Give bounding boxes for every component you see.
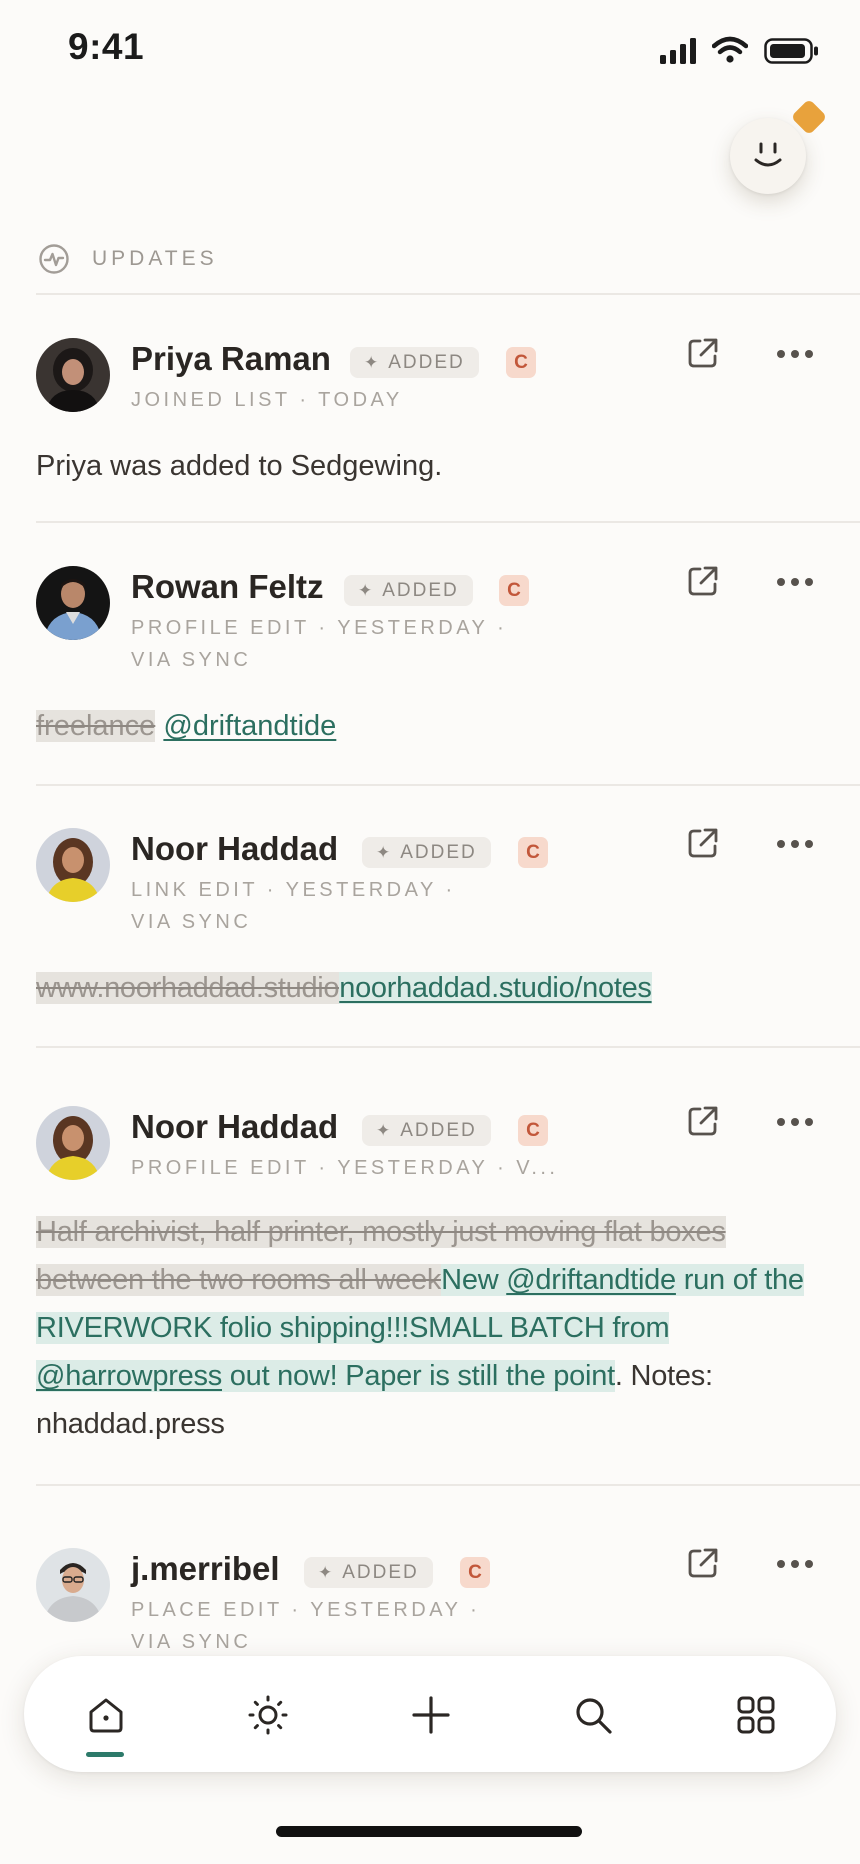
added-pill: ✦ ADDED [362, 837, 491, 868]
feed-item[interactable]: Noor Haddad ✦ ADDED C LINK EDIT · YESTERD… [0, 820, 860, 1040]
divider [36, 521, 860, 523]
item-body: www.noorhaddad.studionoorhaddad.studio/n… [36, 964, 828, 1012]
tab-discover[interactable] [222, 1656, 312, 1772]
plus-icon [412, 1696, 450, 1734]
user-name[interactable]: Noor Haddad [131, 1108, 338, 1146]
feed-item[interactable]: Priya Raman ✦ ADDED C JOINED LIST · TODAY… [0, 330, 860, 520]
external-link-icon[interactable] [686, 564, 720, 598]
avatar [36, 1106, 110, 1180]
added-pill: ✦ ADDED [304, 1557, 433, 1588]
meta-text: JOINED LIST · TODAY [131, 389, 403, 411]
meta-text: VIA SYNC [131, 649, 252, 671]
tab-add[interactable] [385, 1656, 475, 1772]
meta-text: PROFILE EDIT · YESTERDAY · V... [131, 1157, 559, 1179]
sun-icon [248, 1695, 288, 1735]
home-indicator [276, 1826, 582, 1837]
meta-text: PLACE EDIT · YESTERDAY · [131, 1599, 481, 1621]
tab-bar [24, 1656, 836, 1772]
user-name[interactable]: j.merribel [131, 1550, 280, 1588]
deleted-text: freelance [36, 710, 156, 742]
divider [36, 1484, 860, 1486]
divider [36, 1046, 860, 1048]
search-icon [576, 1698, 612, 1734]
added-pill: ✦ ADDED [350, 347, 479, 378]
home-icon [89, 1698, 123, 1733]
added-pill: ✦ ADDED [362, 1115, 491, 1146]
avatar [36, 566, 110, 640]
feed-item[interactable]: Rowan Feltz ✦ ADDED C PROFILE EDIT · YEST… [0, 558, 860, 778]
user-name[interactable]: Noor Haddad [131, 830, 338, 868]
feed-item[interactable]: Noor Haddad ✦ ADDED C PROFILE EDIT · YEST… [0, 1098, 860, 1458]
more-dots-icon[interactable] [776, 838, 814, 850]
user-name[interactable]: Priya Raman [131, 340, 331, 378]
status-time: 9:41 [68, 26, 145, 67]
tab-search[interactable] [547, 1656, 637, 1772]
wifi-icon [712, 36, 748, 63]
user-name[interactable]: Rowan Feltz [131, 568, 324, 606]
signal-icon [660, 38, 696, 64]
c-badge: C [499, 575, 529, 606]
mascot-button[interactable] [730, 118, 806, 194]
item-body: Priya was added to Sedgewing. [36, 450, 443, 482]
mention-link[interactable]: @driftandtide [163, 710, 336, 742]
mention-link[interactable]: @driftandtide [506, 1264, 676, 1296]
added-label: ADDED [400, 1120, 477, 1141]
section-title: UPDATES [92, 247, 218, 270]
avatar [36, 828, 110, 902]
divider [36, 784, 860, 786]
deleted-text: www.noorhaddad.studio [36, 972, 340, 1004]
status-icons [660, 30, 860, 74]
screen: 9:41 UPDATES Priya Raman ✦ ADDED C JOINE… [0, 0, 860, 1864]
meta-text: VIA SYNC [131, 911, 252, 933]
inserted-link[interactable]: noorhaddad.studio/notes [339, 972, 652, 1004]
added-label: ADDED [382, 580, 459, 601]
more-dots-icon[interactable] [776, 1558, 814, 1570]
activity-icon [39, 244, 69, 274]
more-dots-icon[interactable] [776, 348, 814, 360]
battery-icon [764, 38, 818, 64]
added-label: ADDED [400, 842, 477, 863]
tab-apps[interactable] [710, 1656, 800, 1772]
external-link-icon[interactable] [686, 1104, 720, 1138]
meta-text: VIA SYNC [131, 1631, 252, 1653]
more-dots-icon[interactable] [776, 576, 814, 588]
c-badge: C [506, 347, 536, 378]
c-badge: C [460, 1557, 490, 1588]
item-body: freelance @driftandtide [36, 702, 828, 750]
mention-link[interactable]: @harrowpress [36, 1360, 222, 1392]
divider [36, 293, 860, 295]
more-dots-icon[interactable] [776, 1116, 814, 1128]
active-tab-indicator [86, 1752, 124, 1757]
smiley-icon [754, 142, 782, 167]
added-label: ADDED [388, 352, 465, 373]
meta-text: PROFILE EDIT · YESTERDAY · [131, 617, 508, 639]
meta-text: LINK EDIT · YESTERDAY · [131, 879, 456, 901]
grid-icon [737, 1696, 775, 1734]
tab-home[interactable] [60, 1656, 150, 1772]
avatar [36, 338, 110, 412]
added-pill: ✦ ADDED [344, 575, 473, 606]
item-body: Half archivist, half printer, mostly jus… [36, 1208, 828, 1448]
inserted-text: New [441, 1264, 507, 1296]
external-link-icon[interactable] [686, 1546, 720, 1580]
external-link-icon[interactable] [686, 336, 720, 370]
avatar [36, 1548, 110, 1622]
feed-item[interactable]: j.merribel ✦ ADDED C PLACE EDIT · YESTERD… [0, 1540, 860, 1660]
external-link-icon[interactable] [686, 826, 720, 860]
section-header: UPDATES [38, 243, 218, 275]
c-badge: C [518, 837, 548, 868]
c-badge: C [518, 1115, 548, 1146]
added-label: ADDED [342, 1562, 419, 1583]
inserted-text: out now! Paper is still the point [222, 1360, 615, 1392]
